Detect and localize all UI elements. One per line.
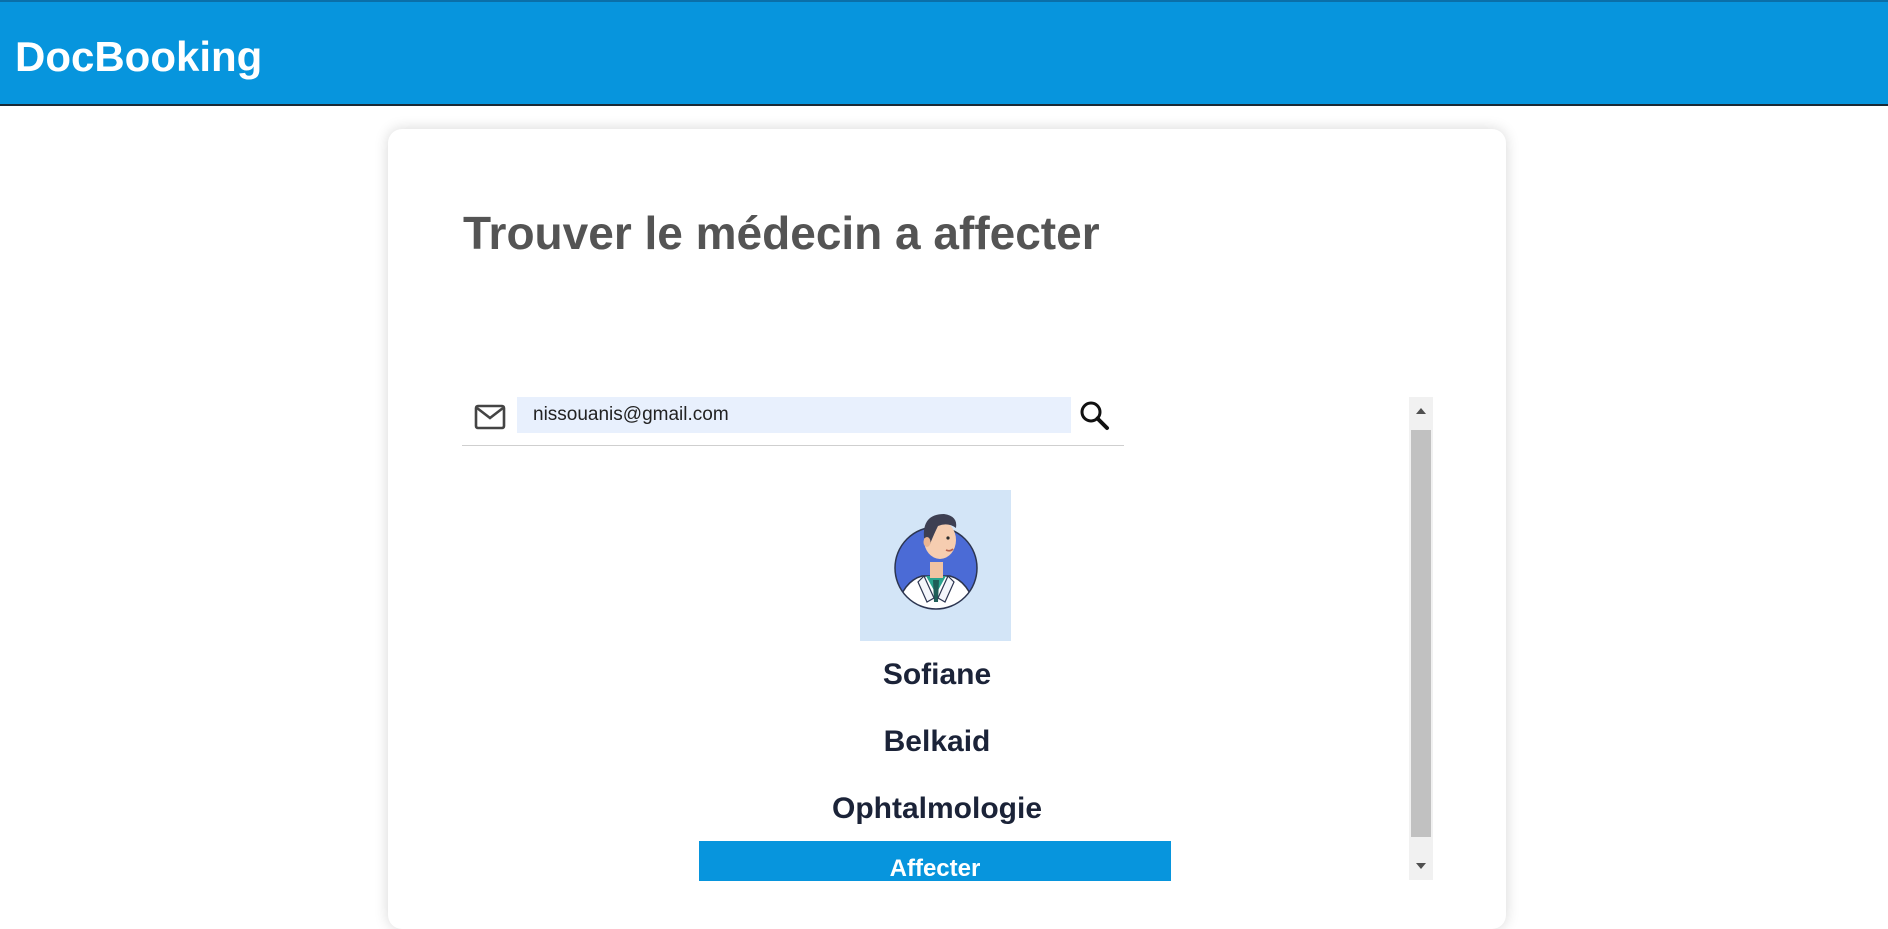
scroll-up-arrow-icon[interactable] — [1409, 397, 1433, 427]
top-app-bar: DocBooking — [0, 0, 1888, 106]
email-search-input[interactable] — [517, 397, 1071, 433]
scrollbar-thumb[interactable] — [1411, 430, 1431, 837]
mail-icon — [474, 404, 506, 430]
results-scrollbar[interactable] — [1409, 397, 1433, 880]
doctor-first-name: Sofiane — [882, 658, 992, 691]
brand-logo-text[interactable]: DocBooking — [15, 32, 262, 82]
email-search-row — [462, 397, 1124, 446]
assign-button[interactable]: Affecter — [699, 841, 1171, 881]
search-icon[interactable] — [1078, 399, 1112, 433]
doctor-last-name: Belkaid — [883, 725, 991, 758]
scroll-down-arrow-icon[interactable] — [1409, 852, 1433, 880]
search-card: Trouver le médecin a affecter nissouanis… — [388, 129, 1506, 929]
doctor-specialty: Ophtalmologie — [832, 792, 1042, 825]
doctor-avatar — [860, 490, 1011, 641]
page-title: Trouver le médecin a affecter — [463, 207, 1100, 259]
doctor-avatar-icon — [894, 514, 978, 610]
